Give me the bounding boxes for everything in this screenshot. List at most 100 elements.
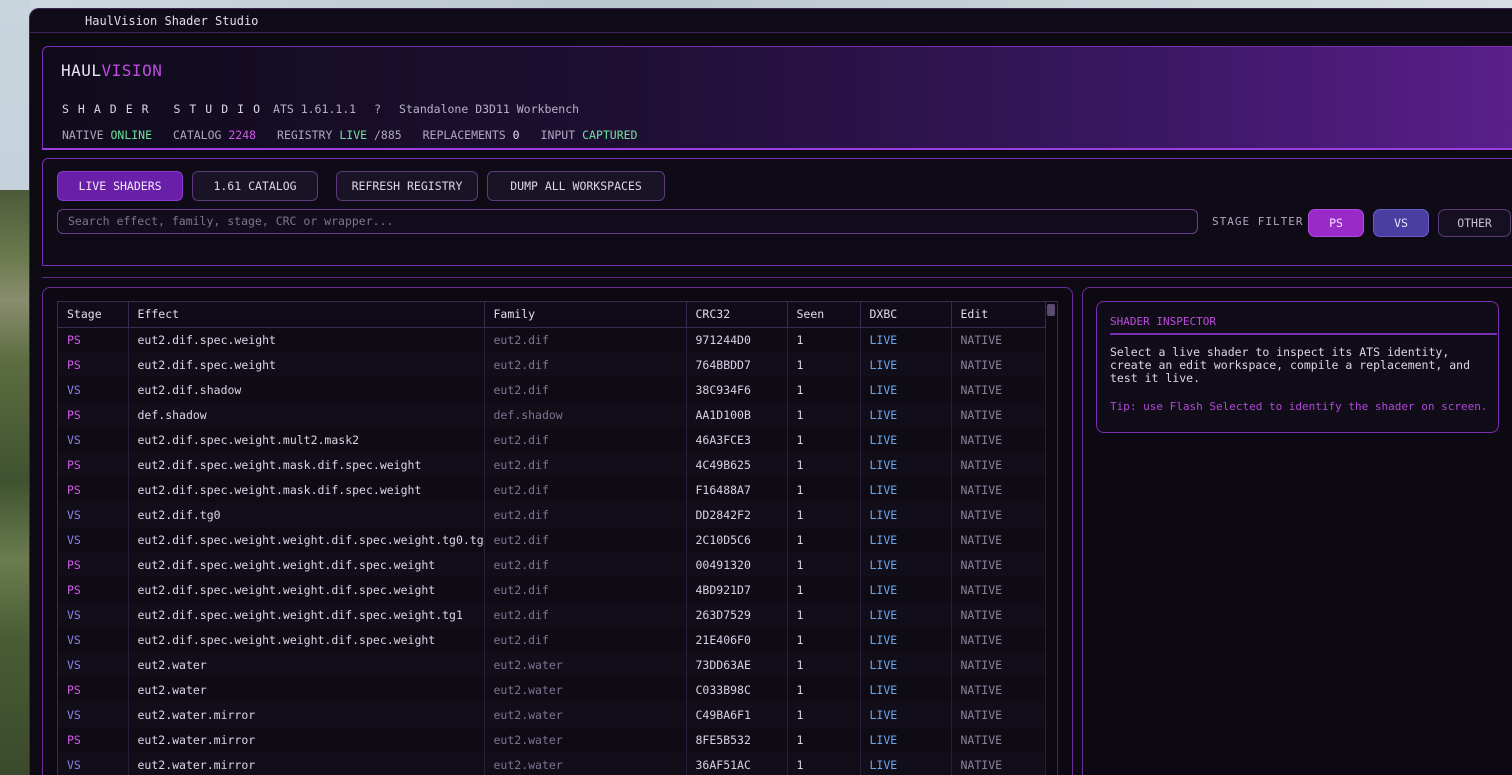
- cell-crc: DD2842F2: [686, 502, 788, 527]
- cell-effect: eut2.dif.shadow: [128, 377, 485, 402]
- refresh-registry-button[interactable]: REFRESH REGISTRY: [336, 171, 478, 201]
- table-row[interactable]: PS eut2.water.mirror eut2.water 8FE5B532 1 LI…: [58, 727, 1046, 752]
- column-header-effect[interactable]: Effect: [128, 302, 485, 328]
- cell-family: eut2.water: [484, 652, 687, 677]
- cell-seen: 1: [787, 377, 861, 402]
- table-row[interactable]: PS eut2.water eut2.water C033B98C 1 LIVE NATIV…: [58, 677, 1046, 702]
- cell-dxbc: LIVE: [860, 327, 952, 352]
- shader-table-panel: Stage Effect Family CRC32 Seen DXBC Edit…: [42, 287, 1073, 775]
- cell-stage: VS: [58, 627, 129, 652]
- table-row[interactable]: VS eut2.dif.spec.weight.mult2.mask2 eut2.d…: [58, 427, 1046, 452]
- table-scrollbar[interactable]: [1047, 304, 1055, 316]
- cell-stage: VS: [58, 652, 129, 677]
- status-catalog: CATALOG 2248: [172, 128, 257, 142]
- cell-stage: VS: [58, 752, 129, 775]
- table-row[interactable]: PS def.shadow def.shadow AA1D100B 1 LIVE NATIV…: [58, 402, 1046, 427]
- column-header-crc32[interactable]: CRC32: [686, 302, 788, 328]
- cell-edit: NATIVE: [951, 327, 1046, 352]
- cell-crc: 73DD63AE: [686, 652, 788, 677]
- cell-stage: PS: [58, 727, 129, 752]
- column-header-family[interactable]: Family: [484, 302, 687, 328]
- cell-stage: PS: [58, 452, 129, 477]
- section-divider: [42, 277, 1512, 278]
- cell-family: eut2.dif: [484, 577, 687, 602]
- cell-family: def.shadow: [484, 402, 687, 427]
- filter-vs-button[interactable]: VS: [1373, 209, 1429, 237]
- cell-family: eut2.water: [484, 702, 687, 727]
- cell-effect: eut2.dif.spec.weight.mask.dif.spec.weigh…: [128, 477, 485, 502]
- table-row[interactable]: VS eut2.dif.tg0 eut2.dif DD2842F2 1 LIVE NATIV…: [58, 502, 1046, 527]
- cell-seen: 1: [787, 352, 861, 377]
- cell-dxbc: LIVE: [860, 427, 952, 452]
- cell-family: eut2.dif: [484, 452, 687, 477]
- cell-seen: 1: [787, 702, 861, 727]
- table-row[interactable]: VS eut2.water eut2.water 73DD63AE 1 LIVE NATIV…: [58, 652, 1046, 677]
- table-row[interactable]: VS eut2.dif.spec.weight.weight.dif.spec.w…: [58, 602, 1046, 627]
- cell-edit: NATIVE: [951, 727, 1046, 752]
- catalog-button[interactable]: 1.61 CATALOG: [192, 171, 318, 201]
- table-row[interactable]: VS eut2.water.mirror eut2.water 36AF51AC 1 LI…: [58, 752, 1046, 775]
- cell-family: eut2.dif: [484, 427, 687, 452]
- table-row[interactable]: VS eut2.dif.shadow eut2.dif 38C934F6 1 LIVE NA…: [58, 377, 1046, 402]
- cell-edit: NATIVE: [951, 677, 1046, 702]
- cell-edit: NATIVE: [951, 577, 1046, 602]
- window-title: HaulVision Shader Studio: [85, 14, 259, 28]
- cell-crc: 21E406F0: [686, 627, 788, 652]
- table-row[interactable]: VS eut2.dif.spec.weight.weight.dif.spec.w…: [58, 527, 1046, 552]
- cell-effect: eut2.water.mirror: [128, 727, 485, 752]
- status-native: NATIVE ONLINE: [62, 128, 153, 142]
- search-input[interactable]: Search effect, family, stage, CRC or wra…: [57, 209, 1198, 234]
- cell-crc: 38C934F6: [686, 377, 788, 402]
- status-replacements: REPLACEMENTS 0: [422, 128, 520, 142]
- studio-window: HaulVision Shader Studio HAULVISION SHAD…: [29, 8, 1512, 775]
- cell-effect: eut2.dif.spec.weight.weight.dif.spec.wei…: [128, 627, 485, 652]
- help-icon[interactable]: ?: [374, 102, 381, 116]
- table-row[interactable]: PS eut2.dif.spec.weight.weight.dif.spec.w…: [58, 552, 1046, 577]
- cell-crc: 00491320: [686, 552, 788, 577]
- cell-seen: 1: [787, 627, 861, 652]
- cell-dxbc: LIVE: [860, 627, 952, 652]
- cell-stage: PS: [58, 402, 129, 427]
- cell-dxbc: LIVE: [860, 552, 952, 577]
- filter-ps-button[interactable]: PS: [1308, 209, 1364, 237]
- cell-stage: VS: [58, 527, 129, 552]
- studio-label: SHADER STUDIO: [62, 102, 270, 116]
- inspector-tip: Tip: use Flash Selected to identify the …: [1110, 400, 1488, 413]
- column-header-edit[interactable]: Edit: [951, 302, 1046, 328]
- column-header-seen[interactable]: Seen: [787, 302, 861, 328]
- cell-edit: NATIVE: [951, 702, 1046, 727]
- cell-seen: 1: [787, 552, 861, 577]
- cell-stage: VS: [58, 377, 129, 402]
- table-row[interactable]: PS eut2.dif.spec.weight eut2.dif 971244D0 1 L…: [58, 327, 1046, 352]
- title-bar[interactable]: HaulVision Shader Studio: [30, 9, 1512, 33]
- logo-vision: VISION: [101, 61, 163, 80]
- cell-crc: 263D7529: [686, 602, 788, 627]
- cell-stage: VS: [58, 427, 129, 452]
- table-row[interactable]: PS eut2.dif.spec.weight eut2.dif 764BBDD7 1 L…: [58, 352, 1046, 377]
- cell-seen: 1: [787, 402, 861, 427]
- column-header-stage[interactable]: Stage: [58, 302, 129, 328]
- cell-family: eut2.water: [484, 727, 687, 752]
- table-body: PS eut2.dif.spec.weight eut2.dif 971244D0 1 L…: [58, 327, 1046, 775]
- table-row[interactable]: VS eut2.dif.spec.weight.weight.dif.spec.w…: [58, 627, 1046, 652]
- cell-seen: 1: [787, 427, 861, 452]
- logo-haul: HAUL: [61, 61, 102, 80]
- cell-stage: PS: [58, 327, 129, 352]
- filter-other-button[interactable]: OTHER: [1438, 209, 1511, 237]
- table-row[interactable]: VS eut2.water.mirror eut2.water C49BA6F1 1 LI…: [58, 702, 1046, 727]
- cell-crc: 2C10D5C6: [686, 527, 788, 552]
- cell-crc: 46A3FCE3: [686, 427, 788, 452]
- cell-seen: 1: [787, 577, 861, 602]
- cell-dxbc: LIVE: [860, 577, 952, 602]
- column-header-dxbc[interactable]: DXBC: [860, 302, 952, 328]
- table-row[interactable]: PS eut2.dif.spec.weight.mask.dif.spec.wei…: [58, 452, 1046, 477]
- cell-stage: PS: [58, 352, 129, 377]
- cell-stage: PS: [58, 577, 129, 602]
- cell-family: eut2.dif: [484, 327, 687, 352]
- table-row[interactable]: PS eut2.dif.spec.weight.mask.dif.spec.wei…: [58, 477, 1046, 502]
- live-shaders-button[interactable]: LIVE SHADERS: [57, 171, 183, 201]
- mode-label: Standalone D3D11 Workbench: [399, 102, 580, 116]
- table-row[interactable]: PS eut2.dif.spec.weight.weight.dif.spec.w…: [58, 577, 1046, 602]
- cell-crc: 4C49B625: [686, 452, 788, 477]
- dump-workspaces-button[interactable]: DUMP ALL WORKSPACES: [487, 171, 665, 201]
